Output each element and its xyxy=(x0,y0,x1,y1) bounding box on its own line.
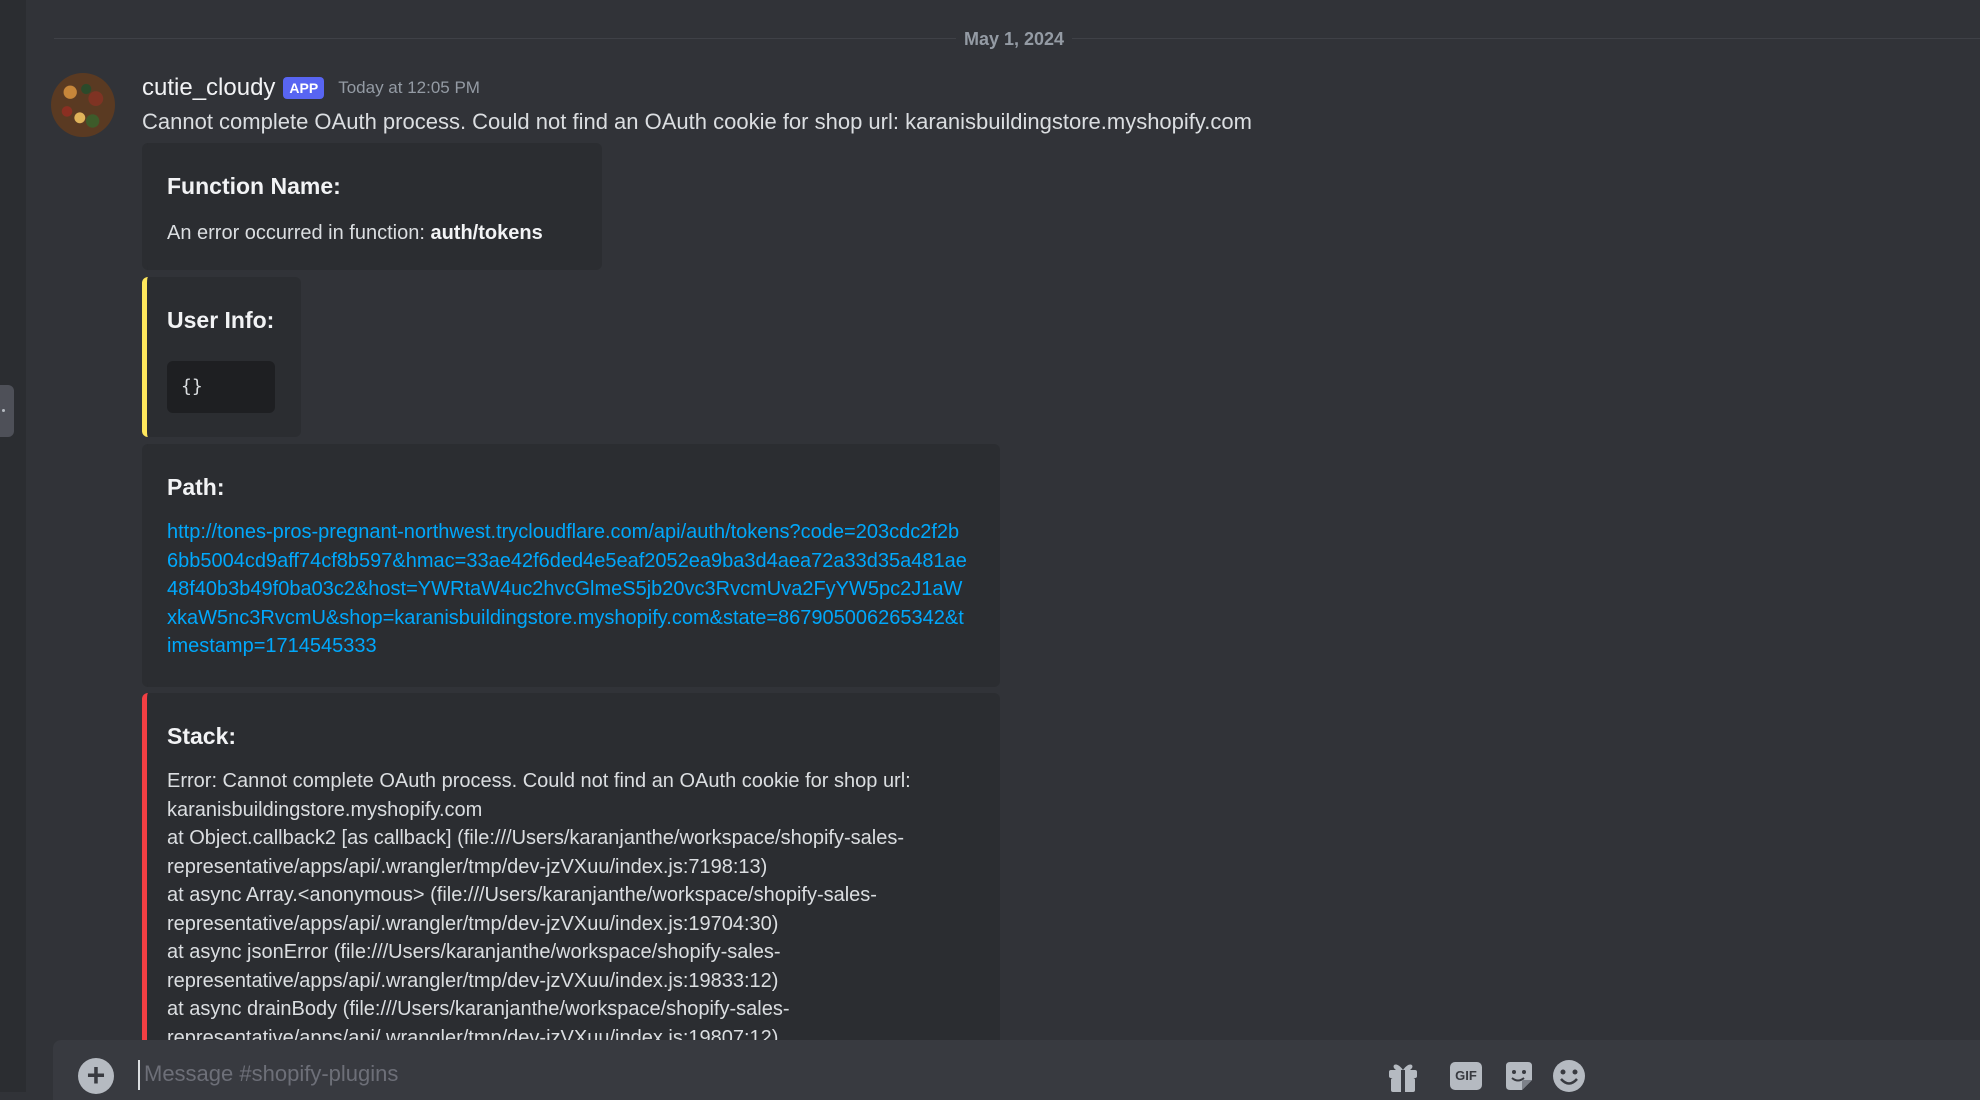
gif-icon[interactable]: GIF xyxy=(1450,1062,1482,1090)
sticker-icon[interactable] xyxy=(1502,1058,1536,1094)
app-badge: APP xyxy=(283,77,325,99)
embed-title: Function Name: xyxy=(167,173,341,199)
function-value: auth/tokens xyxy=(430,222,543,244)
embed-user-info: User Info: {} xyxy=(142,277,301,437)
username[interactable]: cutie_cloudy xyxy=(142,74,275,102)
embed-function-name: Function Name: An error occurred in func… xyxy=(142,143,602,270)
message-header: cutie_cloudy APP Today at 12:05 PM xyxy=(142,72,480,104)
message-content: Cannot complete OAuth process. Could not… xyxy=(142,109,1252,134)
stack-line: at Object.callback2 [as callback] (file:… xyxy=(167,827,904,878)
embed-path: Path: http://tones-pros-pregnant-northwe… xyxy=(142,444,1000,687)
chat-area: May 1, 2024 cutie_cloudy APP Today at 12… xyxy=(26,0,1980,1092)
stack-line: at async Array.<anonymous> (file:///User… xyxy=(167,884,877,935)
collapse-sidebar-handle[interactable] xyxy=(0,385,14,437)
emoji-icon[interactable] xyxy=(1551,1058,1587,1094)
embed-title: Stack: xyxy=(167,723,237,749)
stack-trace: Error: Cannot complete OAuth process. Co… xyxy=(167,767,957,1052)
embed-description: An error occurred in function: auth/toke… xyxy=(167,219,543,247)
embed-title: Path: xyxy=(167,474,225,500)
stack-line: at async jsonError (file:///Users/karanj… xyxy=(167,941,781,992)
embed-stack: Stack: Error: Cannot complete OAuth proc… xyxy=(142,693,1000,1092)
avatar[interactable] xyxy=(51,73,115,137)
code-block: {} xyxy=(167,361,275,413)
path-link[interactable]: http://tones-pros-pregnant-northwest.try… xyxy=(167,518,967,661)
embed-title: User Info: xyxy=(167,307,275,333)
date-divider-label: May 1, 2024 xyxy=(956,27,1073,51)
message-composer: + GIF xyxy=(26,1040,1980,1100)
stack-line: Error: Cannot complete OAuth process. Co… xyxy=(167,770,911,821)
left-rail xyxy=(0,0,26,1092)
text-caret xyxy=(138,1060,140,1090)
gift-icon[interactable] xyxy=(1386,1058,1420,1094)
message-timestamp[interactable]: Today at 12:05 PM xyxy=(338,78,480,98)
function-prefix: An error occurred in function: xyxy=(167,222,431,244)
message-input[interactable] xyxy=(142,1054,1442,1094)
plus-icon[interactable]: + xyxy=(78,1058,114,1094)
